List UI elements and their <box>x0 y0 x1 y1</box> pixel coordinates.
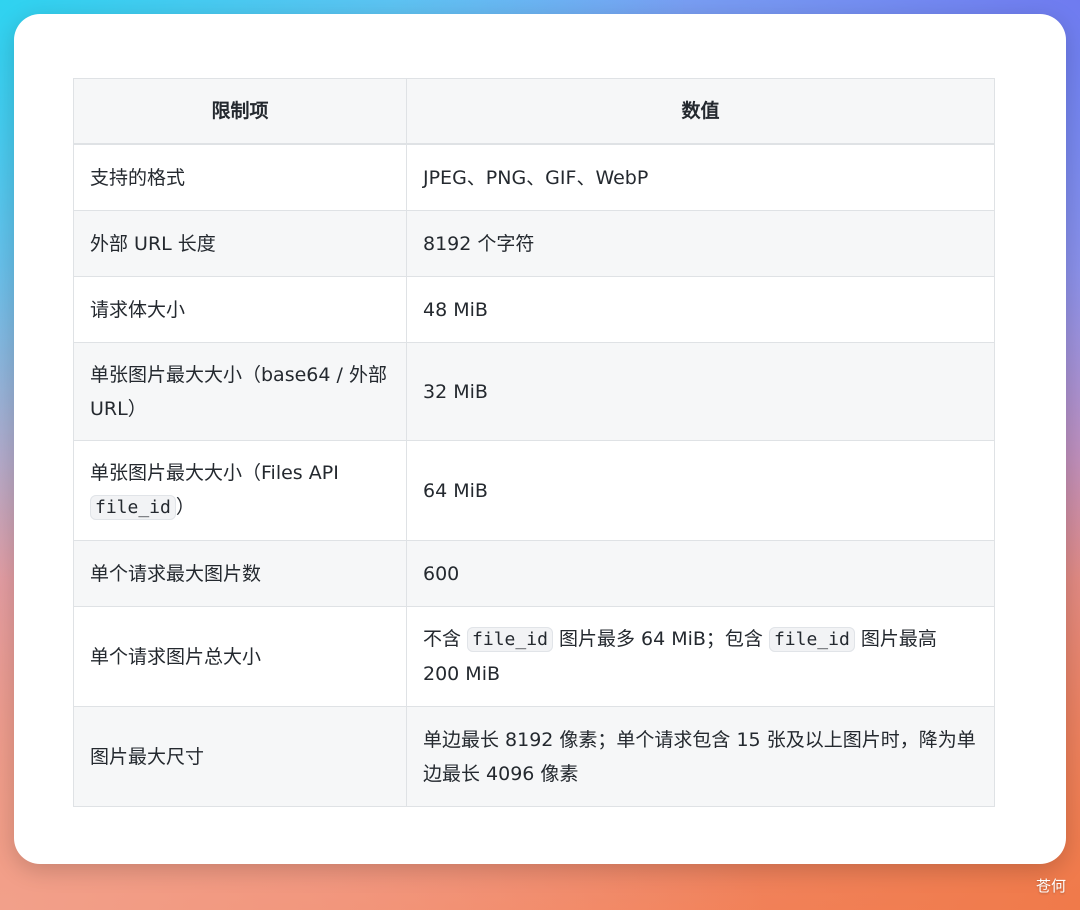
content-card: 限制项 数值 支持的格式 JPEG、PNG、GIF、WebP 外部 URL 长度… <box>14 14 1066 864</box>
table-row: 单张图片最大大小（base64 / 外部 URL） 32 MiB <box>73 342 995 441</box>
cell-item: 单张图片最大大小（Files API file_id） <box>73 440 407 541</box>
cell-value: 单边最长 8192 像素；单个请求包含 15 张及以上图片时，降为单边最长 40… <box>406 706 995 807</box>
inline-code: file_id <box>768 627 855 652</box>
cell-item: 外部 URL 长度 <box>73 210 407 277</box>
cell-item: 单个请求最大图片数 <box>73 540 407 607</box>
cell-item: 请求体大小 <box>73 276 407 343</box>
cell-value-text: 不含 <box>423 628 468 650</box>
table-row: 支持的格式 JPEG、PNG、GIF、WebP <box>73 143 995 211</box>
cell-value-text: 图片最多 64 MiB；包含 <box>552 628 769 650</box>
table-row: 单个请求图片总大小 不含 file_id 图片最多 64 MiB；包含 file… <box>73 606 995 707</box>
cell-value: 48 MiB <box>406 276 995 343</box>
cell-value: 不含 file_id 图片最多 64 MiB；包含 file_id 图片最高 2… <box>406 606 995 707</box>
cell-value: 64 MiB <box>406 440 995 541</box>
cell-value: 32 MiB <box>406 342 995 441</box>
table-row: 外部 URL 长度 8192 个字符 <box>73 210 995 277</box>
cell-value: 600 <box>406 540 995 607</box>
inline-code: file_id <box>467 627 553 652</box>
table-header-row: 限制项 数值 <box>73 78 995 145</box>
table-row: 单个请求最大图片数 600 <box>73 540 995 607</box>
cell-item-text: 单张图片最大大小（Files API <box>90 462 339 484</box>
cell-item: 单张图片最大大小（base64 / 外部 URL） <box>73 342 407 441</box>
cell-item: 支持的格式 <box>73 143 407 211</box>
cell-item: 图片最大尺寸 <box>73 706 407 807</box>
table-row: 图片最大尺寸 单边最长 8192 像素；单个请求包含 15 张及以上图片时，降为… <box>73 706 995 807</box>
limits-table: 限制项 数值 支持的格式 JPEG、PNG、GIF、WebP 外部 URL 长度… <box>73 78 995 807</box>
header-value: 数值 <box>406 78 995 145</box>
header-limit-item: 限制项 <box>73 78 407 145</box>
watermark: 苍何 <box>1035 877 1066 895</box>
cell-item-text: ） <box>175 496 195 518</box>
table-row: 请求体大小 48 MiB <box>73 276 995 343</box>
cell-item: 单个请求图片总大小 <box>73 606 407 707</box>
inline-code: file_id <box>90 495 176 520</box>
cell-value: JPEG、PNG、GIF、WebP <box>406 143 995 211</box>
table-row: 单张图片最大大小（Files API file_id） 64 MiB <box>73 440 995 541</box>
cell-value: 8192 个字符 <box>406 210 995 277</box>
